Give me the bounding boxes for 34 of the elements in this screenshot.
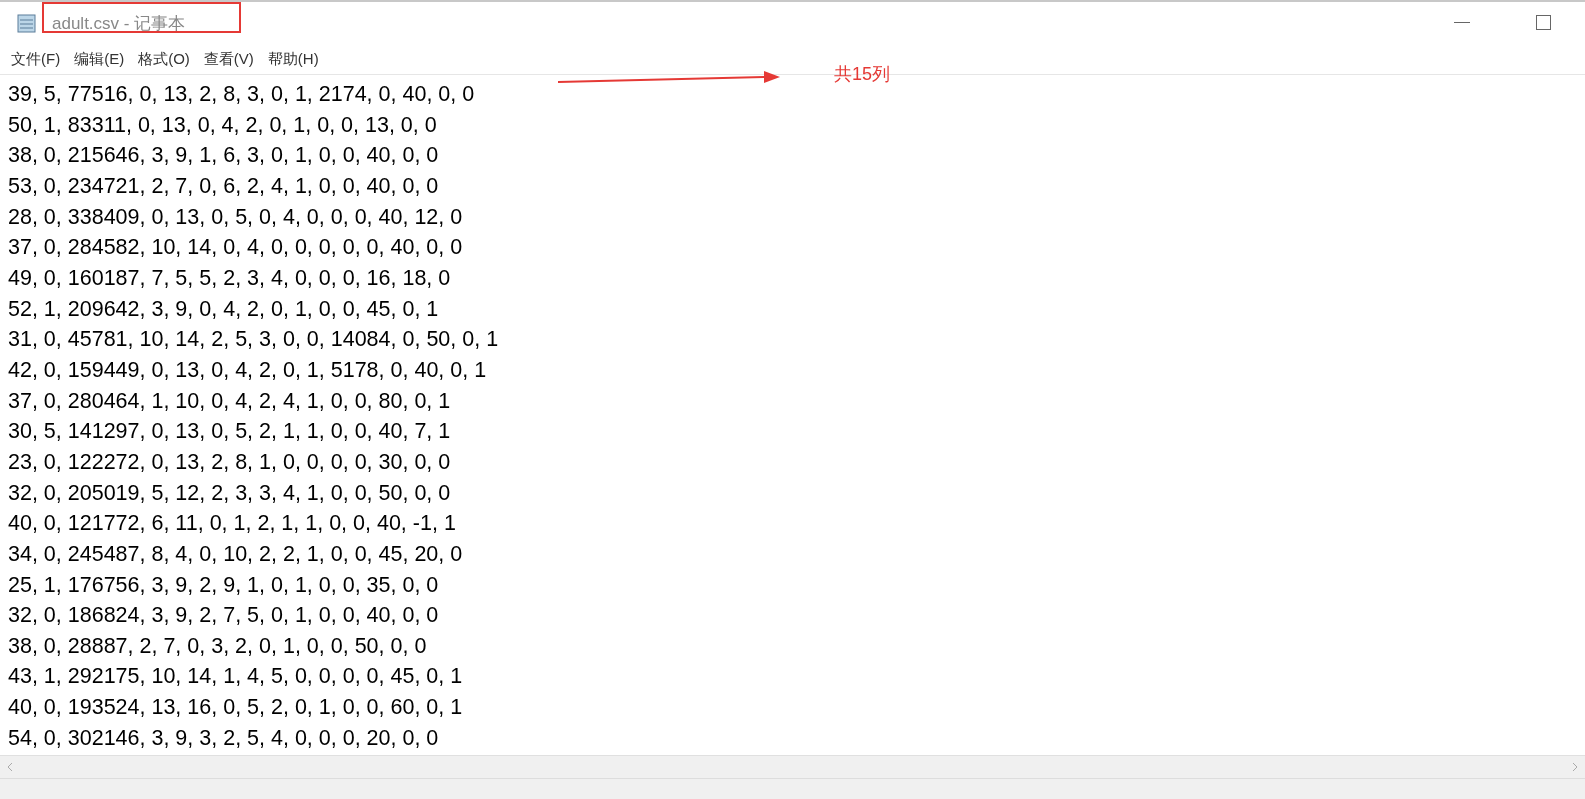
menu-item[interactable]: 帮助(H)	[260, 49, 326, 69]
text-line: 31, 0, 45781, 10, 14, 2, 5, 3, 0, 0, 14084, 0, 50, 0, 1	[8, 326, 499, 354]
text-line: 43, 1, 292175, 10, 14, 1, 4, 5, 0, 0, 0, 0, 45, 0, 1	[8, 663, 463, 691]
menu-item[interactable]: 文件(F)	[4, 49, 68, 69]
menu-item[interactable]: 编辑(E)	[67, 49, 132, 69]
text-line: 28, 0, 338409, 0, 13, 0, 5, 0, 4, 0, 0, 0, 40, 12, 0	[8, 203, 463, 231]
text-line: 32, 0, 186824, 3, 9, 2, 7, 5, 0, 1, 0, 0, 40, 0, 0	[8, 602, 439, 630]
scroll-left-icon[interactable]	[6, 762, 14, 772]
text-line: 53, 0, 234721, 2, 7, 0, 6, 2, 4, 1, 0, 0, 40, 0, 0	[8, 172, 439, 200]
text-line: 54, 0, 302146, 3, 9, 3, 2, 5, 4, 0, 0, 0, 20, 0, 0	[8, 724, 439, 752]
text-line: 23, 0, 122272, 0, 13, 2, 8, 1, 0, 0, 0, 0, 30, 0, 0	[8, 448, 451, 476]
text-line: 40, 0, 121772, 6, 11, 0, 1, 2, 1, 1, 0, 0, 40, -1, 1	[8, 510, 456, 538]
text-line: 40, 0, 193524, 13, 16, 0, 5, 2, 0, 1, 0, 0, 60, 0, 1	[8, 694, 463, 722]
text-line: 34, 0, 245487, 8, 4, 0, 10, 2, 2, 1, 0, 0, 45, 20, 0	[8, 540, 463, 568]
text-line: 39, 5, 77516, 0, 13, 2, 8, 3, 0, 1, 2174, 0, 40, 0, 0	[8, 81, 475, 108]
text-line: 38, 0, 28887, 2, 7, 0, 3, 2, 0, 1, 0, 0, 50, 0, 0	[8, 632, 427, 660]
text-line: 32, 0, 205019, 5, 12, 2, 3, 3, 4, 1, 0, 0, 50, 0, 0	[8, 479, 451, 507]
text-line: 50, 1, 83311, 0, 13, 0, 4, 2, 0, 1, 0, 0, 13, 0, 0	[8, 111, 437, 139]
scroll-right-icon[interactable]	[1571, 762, 1579, 772]
menu-item[interactable]: 查看(V)	[196, 49, 261, 69]
window-title: adult.csv - 记事本	[52, 13, 186, 33]
text-line: 30, 5, 141297, 0, 13, 0, 5, 2, 1, 1, 0, 0, 40, 7, 1	[8, 418, 451, 446]
text-line: 37, 0, 284582, 10, 14, 0, 4, 0, 0, 0, 0, 0, 40, 0, 0	[8, 234, 463, 262]
annotation-label: 共15列	[834, 63, 891, 86]
notepad-icon	[16, 12, 38, 34]
text-line: 37, 0, 280464, 1, 10, 0, 4, 2, 4, 1, 0, 0, 80, 0, 1	[8, 387, 451, 415]
menu-item[interactable]: 格式(O)	[131, 49, 197, 69]
text-line: 49, 0, 160187, 7, 5, 5, 2, 3, 4, 0, 0, 0, 16, 18, 0	[8, 264, 451, 292]
text-line: 25, 1, 176756, 3, 9, 2, 9, 1, 0, 1, 0, 0, 35, 0, 0	[8, 571, 439, 599]
text-line: 52, 1, 209642, 3, 9, 0, 4, 2, 0, 1, 0, 0, 45, 0, 1	[8, 295, 439, 323]
minimize-icon	[1454, 22, 1470, 24]
maximize-icon	[1536, 15, 1552, 31]
text-line: 38, 0, 215646, 3, 9, 1, 6, 3, 0, 1, 0, 0, 40, 0, 0	[8, 142, 439, 170]
text-line: 42, 0, 159449, 0, 13, 0, 4, 2, 0, 1, 5178, 0, 40, 0, 1	[8, 356, 487, 384]
